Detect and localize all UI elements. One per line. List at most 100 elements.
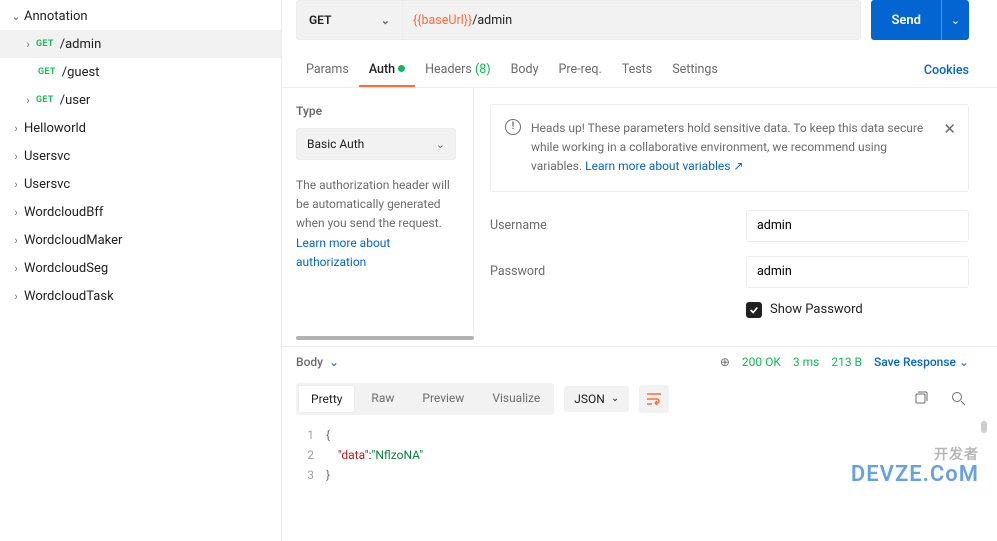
sidebar: ⌄ Annotation › GET /admin GET /guest › G… xyxy=(0,0,282,541)
chevron-right-icon: › xyxy=(20,94,36,107)
folder-label: WordcloudBff xyxy=(24,205,103,220)
method-value: GET xyxy=(309,13,331,27)
chevron-right-icon: › xyxy=(20,38,36,51)
tab-settings[interactable]: Settings xyxy=(662,54,728,87)
folder-label: WordcloudTask xyxy=(24,289,114,304)
send-dropdown[interactable]: ⌄ xyxy=(941,0,969,40)
tab-auth[interactable]: Auth xyxy=(359,54,415,87)
auth-form-side: ! Heads up! These parameters hold sensit… xyxy=(474,88,997,334)
format-select[interactable]: JSON ⌄ xyxy=(564,386,629,412)
tab-body[interactable]: Body xyxy=(501,54,549,87)
password-label: Password xyxy=(490,264,746,279)
folder-label: WordcloudMaker xyxy=(24,233,122,248)
url-input[interactable]: {{baseUrl}}/admin xyxy=(402,0,861,40)
chevron-right-icon: › xyxy=(8,234,24,247)
chevron-right-icon: › xyxy=(8,150,24,163)
folder-wordcloudbff[interactable]: ›WordcloudBff xyxy=(0,198,281,226)
tab-tests[interactable]: Tests xyxy=(612,54,662,87)
chevron-down-icon: ⌄ xyxy=(8,10,24,23)
search-icon[interactable] xyxy=(947,388,969,410)
view-segmented-control: Pretty Raw Preview Visualize xyxy=(296,383,554,415)
tab-params[interactable]: Params xyxy=(296,54,359,87)
method-badge: GET xyxy=(36,39,54,49)
collection-label: Annotation xyxy=(24,9,88,24)
auth-type-value: Basic Auth xyxy=(307,137,364,151)
json-key: "data" xyxy=(338,445,369,465)
response-header: Body ⌄ ⊕ 200 OK 3 ms 213 B Save Response… xyxy=(282,346,997,377)
save-response-button[interactable]: Save Response ⌄ xyxy=(874,355,969,369)
cookies-link[interactable]: Cookies xyxy=(924,63,969,78)
auth-type-label: Type xyxy=(296,104,459,118)
method-badge: GET xyxy=(36,95,54,105)
send-button[interactable]: Send xyxy=(871,0,941,40)
format-value: JSON xyxy=(574,392,605,406)
folder-wordcloudseg[interactable]: ›WordcloudSeg xyxy=(0,254,281,282)
chevron-down-icon[interactable]: ⌄ xyxy=(329,355,339,369)
auth-learn-more-link[interactable]: Learn more about authorization xyxy=(296,236,390,269)
folder-label: Usersvc xyxy=(24,149,70,164)
request-tabs: Params Auth Headers (8) Body Pre-req. Te… xyxy=(282,54,997,88)
response-size: 213 B xyxy=(831,355,862,369)
globe-icon[interactable]: ⊕ xyxy=(720,355,730,369)
endpoint-user[interactable]: › GET /user xyxy=(0,86,281,114)
http-method-select[interactable]: GET ⌄ xyxy=(296,0,402,40)
tab-prereq[interactable]: Pre-req. xyxy=(549,54,612,87)
folder-label: Usersvc xyxy=(24,177,70,192)
status-code: 200 OK xyxy=(742,355,781,369)
folder-helloworld[interactable]: ›Helloworld xyxy=(0,114,281,142)
show-password-checkbox[interactable] xyxy=(746,302,762,318)
response-time: 3 ms xyxy=(793,355,819,369)
folder-wordcloudmaker[interactable]: ›WordcloudMaker xyxy=(0,226,281,254)
seg-raw[interactable]: Raw xyxy=(357,383,408,415)
watermark: 开发者 DEVZE.CoM xyxy=(851,445,979,485)
variables-learn-more-link[interactable]: Learn more about variables ↗ xyxy=(585,159,743,173)
chevron-down-icon: ⌄ xyxy=(611,393,619,404)
response-body-label: Body xyxy=(296,355,323,369)
endpoint-label: /user xyxy=(60,93,91,108)
show-password-label: Show Password xyxy=(770,302,863,317)
folder-wordcloudtask[interactable]: ›WordcloudTask xyxy=(0,282,281,310)
chevron-right-icon: › xyxy=(8,290,24,303)
password-input[interactable] xyxy=(746,256,969,288)
headers-count: (8) xyxy=(475,62,491,77)
username-label: Username xyxy=(490,218,746,233)
collection-annotation[interactable]: ⌄ Annotation xyxy=(0,2,281,30)
folder-usersvc-2[interactable]: ›Usersvc xyxy=(0,170,281,198)
response-body[interactable]: 1{ 2 "data": "NflzoNA" 3} 开发者 DEVZE.CoM xyxy=(282,421,997,489)
content-panel: GET ⌄ {{baseUrl}}/admin Send ⌄ Params Au… xyxy=(282,0,997,541)
vertical-scrollbar[interactable] xyxy=(981,421,987,433)
seg-visualize[interactable]: Visualize xyxy=(478,383,554,415)
auth-description: The authorization header will be automat… xyxy=(296,176,459,272)
chevron-down-icon: ⌄ xyxy=(381,14,390,27)
chevron-down-icon: ⌄ xyxy=(951,14,960,27)
url-variable: {{baseUrl}} xyxy=(413,13,472,28)
url-path: /admin xyxy=(472,13,512,28)
wrap-lines-icon[interactable] xyxy=(639,385,669,413)
seg-pretty[interactable]: Pretty xyxy=(298,385,355,413)
endpoint-label: /admin xyxy=(60,37,102,52)
info-icon: ! xyxy=(505,119,521,135)
username-input[interactable] xyxy=(746,210,969,242)
tab-headers[interactable]: Headers (8) xyxy=(415,54,500,87)
auth-active-dot xyxy=(398,65,405,72)
folder-label: Helloworld xyxy=(24,121,86,136)
auth-config-side: Type Basic Auth ⌄ The authorization head… xyxy=(282,88,474,334)
chevron-right-icon: › xyxy=(8,178,24,191)
endpoint-guest[interactable]: GET /guest xyxy=(0,58,281,86)
auth-panel: Type Basic Auth ⌄ The authorization head… xyxy=(282,88,997,334)
chevron-right-icon: › xyxy=(8,262,24,275)
chevron-right-icon: › xyxy=(8,206,24,219)
endpoint-admin[interactable]: › GET /admin xyxy=(0,30,281,58)
close-icon[interactable]: ✕ xyxy=(943,117,956,141)
copy-icon[interactable] xyxy=(909,388,931,410)
request-url-bar: GET ⌄ {{baseUrl}}/admin Send ⌄ xyxy=(282,0,997,54)
folder-label: WordcloudSeg xyxy=(24,261,108,276)
seg-preview[interactable]: Preview xyxy=(408,383,478,415)
response-toolbar: Pretty Raw Preview Visualize JSON ⌄ xyxy=(282,377,997,421)
chevron-right-icon: › xyxy=(8,122,24,135)
chevron-down-icon: ⌄ xyxy=(436,138,445,151)
horizontal-scrollbar[interactable] xyxy=(296,336,474,340)
endpoint-label: /guest xyxy=(62,65,100,80)
auth-type-select[interactable]: Basic Auth ⌄ xyxy=(296,128,456,160)
folder-usersvc-1[interactable]: ›Usersvc xyxy=(0,142,281,170)
